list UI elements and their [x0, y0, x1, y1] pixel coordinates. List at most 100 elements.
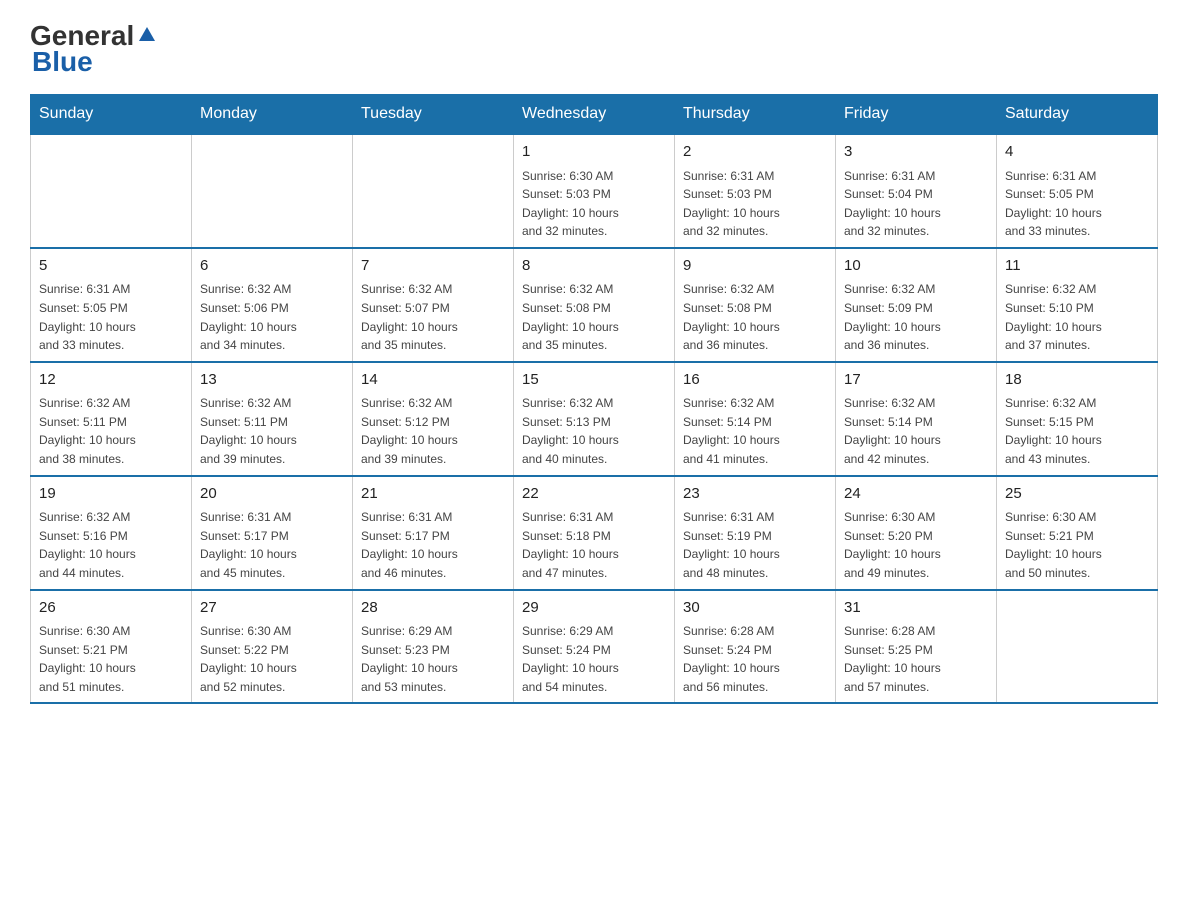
day-number: 13: [200, 369, 344, 392]
calendar-cell: 8Sunrise: 6:32 AM Sunset: 5:08 PM Daylig…: [514, 248, 675, 362]
day-number: 25: [1005, 483, 1149, 506]
day-info: Sunrise: 6:31 AM Sunset: 5:17 PM Dayligh…: [361, 508, 505, 582]
day-info: Sunrise: 6:32 AM Sunset: 5:09 PM Dayligh…: [844, 280, 988, 354]
calendar-cell: 6Sunrise: 6:32 AM Sunset: 5:06 PM Daylig…: [192, 248, 353, 362]
day-number: 18: [1005, 369, 1149, 392]
calendar-cell: 21Sunrise: 6:31 AM Sunset: 5:17 PM Dayli…: [353, 476, 514, 590]
day-number: 30: [683, 597, 827, 620]
day-info: Sunrise: 6:32 AM Sunset: 5:15 PM Dayligh…: [1005, 394, 1149, 468]
calendar-cell: 25Sunrise: 6:30 AM Sunset: 5:21 PM Dayli…: [997, 476, 1158, 590]
calendar-cell: [31, 134, 192, 248]
calendar-cell: 13Sunrise: 6:32 AM Sunset: 5:11 PM Dayli…: [192, 362, 353, 476]
calendar-cell: 20Sunrise: 6:31 AM Sunset: 5:17 PM Dayli…: [192, 476, 353, 590]
day-number: 12: [39, 369, 183, 392]
day-number: 26: [39, 597, 183, 620]
day-info: Sunrise: 6:32 AM Sunset: 5:11 PM Dayligh…: [39, 394, 183, 468]
day-number: 11: [1005, 255, 1149, 278]
day-number: 27: [200, 597, 344, 620]
day-info: Sunrise: 6:31 AM Sunset: 5:03 PM Dayligh…: [683, 167, 827, 241]
day-number: 6: [200, 255, 344, 278]
logo-blue-label: Blue: [30, 46, 93, 78]
calendar-week-2: 5Sunrise: 6:31 AM Sunset: 5:05 PM Daylig…: [31, 248, 1158, 362]
day-number: 31: [844, 597, 988, 620]
day-info: Sunrise: 6:30 AM Sunset: 5:22 PM Dayligh…: [200, 622, 344, 696]
day-info: Sunrise: 6:29 AM Sunset: 5:24 PM Dayligh…: [522, 622, 666, 696]
calendar-cell: 18Sunrise: 6:32 AM Sunset: 5:15 PM Dayli…: [997, 362, 1158, 476]
calendar-cell: [192, 134, 353, 248]
logo: General Blue: [30, 20, 158, 78]
calendar-cell: 24Sunrise: 6:30 AM Sunset: 5:20 PM Dayli…: [836, 476, 997, 590]
calendar-cell: 29Sunrise: 6:29 AM Sunset: 5:24 PM Dayli…: [514, 590, 675, 704]
calendar-week-1: 1Sunrise: 6:30 AM Sunset: 5:03 PM Daylig…: [31, 134, 1158, 248]
day-number: 24: [844, 483, 988, 506]
day-info: Sunrise: 6:31 AM Sunset: 5:05 PM Dayligh…: [1005, 167, 1149, 241]
logo-triangle-icon: [136, 23, 158, 45]
day-number: 3: [844, 141, 988, 164]
day-info: Sunrise: 6:30 AM Sunset: 5:21 PM Dayligh…: [39, 622, 183, 696]
calendar-cell: [353, 134, 514, 248]
calendar-cell: 17Sunrise: 6:32 AM Sunset: 5:14 PM Dayli…: [836, 362, 997, 476]
day-number: 4: [1005, 141, 1149, 164]
day-number: 17: [844, 369, 988, 392]
calendar-cell: 15Sunrise: 6:32 AM Sunset: 5:13 PM Dayli…: [514, 362, 675, 476]
day-info: Sunrise: 6:32 AM Sunset: 5:16 PM Dayligh…: [39, 508, 183, 582]
day-info: Sunrise: 6:32 AM Sunset: 5:10 PM Dayligh…: [1005, 280, 1149, 354]
calendar-header-sunday: Sunday: [31, 95, 192, 135]
day-number: 22: [522, 483, 666, 506]
calendar-cell: 16Sunrise: 6:32 AM Sunset: 5:14 PM Dayli…: [675, 362, 836, 476]
day-info: Sunrise: 6:30 AM Sunset: 5:20 PM Dayligh…: [844, 508, 988, 582]
day-number: 23: [683, 483, 827, 506]
calendar-cell: 27Sunrise: 6:30 AM Sunset: 5:22 PM Dayli…: [192, 590, 353, 704]
day-info: Sunrise: 6:32 AM Sunset: 5:06 PM Dayligh…: [200, 280, 344, 354]
day-info: Sunrise: 6:31 AM Sunset: 5:18 PM Dayligh…: [522, 508, 666, 582]
day-number: 8: [522, 255, 666, 278]
calendar-cell: 4 Sunrise: 6:31 AM Sunset: 5:05 PM Daylig…: [997, 134, 1158, 248]
calendar-cell: 2Sunrise: 6:31 AM Sunset: 5:03 PM Daylig…: [675, 134, 836, 248]
calendar-cell: 11Sunrise: 6:32 AM Sunset: 5:10 PM Dayli…: [997, 248, 1158, 362]
calendar-cell: 23Sunrise: 6:31 AM Sunset: 5:19 PM Dayli…: [675, 476, 836, 590]
calendar-cell: 14Sunrise: 6:32 AM Sunset: 5:12 PM Dayli…: [353, 362, 514, 476]
day-info: Sunrise: 6:32 AM Sunset: 5:08 PM Dayligh…: [683, 280, 827, 354]
calendar-header-friday: Friday: [836, 95, 997, 135]
day-info: Sunrise: 6:31 AM Sunset: 5:05 PM Dayligh…: [39, 280, 183, 354]
page-header: General Blue: [30, 20, 1158, 78]
calendar-week-4: 19Sunrise: 6:32 AM Sunset: 5:16 PM Dayli…: [31, 476, 1158, 590]
calendar-header-thursday: Thursday: [675, 95, 836, 135]
calendar-header-saturday: Saturday: [997, 95, 1158, 135]
calendar-header-wednesday: Wednesday: [514, 95, 675, 135]
day-number: 21: [361, 483, 505, 506]
calendar-table: SundayMondayTuesdayWednesdayThursdayFrid…: [30, 94, 1158, 704]
day-info: Sunrise: 6:31 AM Sunset: 5:19 PM Dayligh…: [683, 508, 827, 582]
calendar-cell: 5Sunrise: 6:31 AM Sunset: 5:05 PM Daylig…: [31, 248, 192, 362]
calendar-cell: [997, 590, 1158, 704]
day-number: 7: [361, 255, 505, 278]
day-info: Sunrise: 6:32 AM Sunset: 5:14 PM Dayligh…: [683, 394, 827, 468]
calendar-cell: 19Sunrise: 6:32 AM Sunset: 5:16 PM Dayli…: [31, 476, 192, 590]
calendar-header-monday: Monday: [192, 95, 353, 135]
day-info: Sunrise: 6:32 AM Sunset: 5:08 PM Dayligh…: [522, 280, 666, 354]
calendar-cell: 30Sunrise: 6:28 AM Sunset: 5:24 PM Dayli…: [675, 590, 836, 704]
day-number: 16: [683, 369, 827, 392]
calendar-cell: 7Sunrise: 6:32 AM Sunset: 5:07 PM Daylig…: [353, 248, 514, 362]
day-info: Sunrise: 6:28 AM Sunset: 5:24 PM Dayligh…: [683, 622, 827, 696]
day-number: 9: [683, 255, 827, 278]
day-info: Sunrise: 6:32 AM Sunset: 5:13 PM Dayligh…: [522, 394, 666, 468]
calendar-cell: 9Sunrise: 6:32 AM Sunset: 5:08 PM Daylig…: [675, 248, 836, 362]
day-info: Sunrise: 6:32 AM Sunset: 5:11 PM Dayligh…: [200, 394, 344, 468]
calendar-header-row: SundayMondayTuesdayWednesdayThursdayFrid…: [31, 95, 1158, 135]
day-number: 20: [200, 483, 344, 506]
calendar-cell: 26Sunrise: 6:30 AM Sunset: 5:21 PM Dayli…: [31, 590, 192, 704]
calendar-cell: 28Sunrise: 6:29 AM Sunset: 5:23 PM Dayli…: [353, 590, 514, 704]
calendar-cell: 1Sunrise: 6:30 AM Sunset: 5:03 PM Daylig…: [514, 134, 675, 248]
calendar-cell: 3 Sunrise: 6:31 AM Sunset: 5:04 PM Daylig…: [836, 134, 997, 248]
day-number: 28: [361, 597, 505, 620]
day-info: Sunrise: 6:31 AM Sunset: 5:17 PM Dayligh…: [200, 508, 344, 582]
day-number: 15: [522, 369, 666, 392]
day-number: 14: [361, 369, 505, 392]
day-info: Sunrise: 6:31 AM Sunset: 5:04 PM Dayligh…: [844, 167, 988, 241]
day-number: 5: [39, 255, 183, 278]
day-number: 10: [844, 255, 988, 278]
day-number: 1: [522, 141, 666, 164]
day-info: Sunrise: 6:29 AM Sunset: 5:23 PM Dayligh…: [361, 622, 505, 696]
day-info: Sunrise: 6:32 AM Sunset: 5:12 PM Dayligh…: [361, 394, 505, 468]
